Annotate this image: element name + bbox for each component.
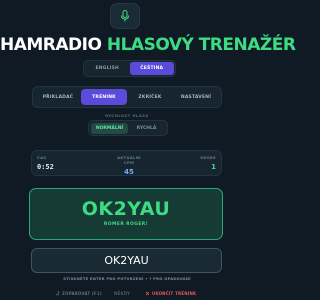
title-white: HAMRADIO — [0, 35, 107, 55]
title-green: HLASOVÝ TRENAŽÉR — [106, 35, 296, 55]
mid-label: NĚKDY — [114, 291, 131, 296]
callsign-card: OK2YAU ROMER ROGER! — [29, 188, 223, 240]
speed-fast[interactable]: RYCHLÁ — [128, 123, 165, 134]
mode-tabs: PŘIKLADAČ TRÉNINK ZKRÍČEK NASTAVENÍ — [32, 86, 222, 108]
page-title: HAMRADIO HLASOVÝ TRENAŽÉR — [0, 35, 296, 55]
tab-zkricek[interactable]: ZKRÍČEK — [127, 89, 173, 105]
speed-switch: NORMÁLNÍ RYCHLÁ — [88, 120, 168, 136]
score-value: 1 — [211, 163, 216, 171]
repeat-button[interactable]: ZOPAKOVAT (F1) — [55, 291, 102, 296]
close-icon — [145, 291, 150, 296]
tab-priklada[interactable]: PŘIKLADAČ — [35, 89, 81, 105]
tab-trenink[interactable]: TRÉNINK — [81, 89, 127, 105]
end-training-label: UKONČIT TRÉNINK — [152, 291, 197, 296]
footer-mid[interactable]: NĚKDY — [114, 291, 130, 296]
stats-panel: ČAS 0:52 AKTUÁLNÍ CPM 45 SKÓRE 1 — [31, 150, 222, 176]
tab-nastaveni[interactable]: NASTAVENÍ — [173, 89, 219, 105]
end-training-button[interactable]: UKONČIT TRÉNINK — [145, 291, 196, 296]
hint-text: STISKNĚTE ENTER PRO POTVRZENÍ • ? PRO OP… — [63, 276, 191, 281]
language-english[interactable]: ENGLISH — [85, 62, 130, 75]
stat-score: SKÓRE 1 — [200, 155, 216, 171]
wpm-label: AKTUÁLNÍ CPM — [117, 155, 141, 165]
wpm-value: 45 — [124, 168, 134, 176]
callsign: OK2YAU — [81, 198, 171, 220]
repeat-icon — [55, 291, 60, 296]
time-label: ČAS — [37, 155, 47, 160]
repeat-label: ZOPAKOVAT (F1) — [62, 291, 102, 296]
speed-label: RYCHLOST HLASU — [105, 113, 149, 118]
answer-input[interactable] — [31, 248, 222, 273]
score-label: SKÓRE — [200, 155, 216, 160]
speed-normal[interactable]: NORMÁLNÍ — [91, 122, 128, 134]
language-switch: ENGLISH ČEŠTINA — [83, 60, 176, 77]
stat-wpm: AKTUÁLNÍ CPM 45 — [114, 155, 144, 176]
phonetic: ROMER ROGER! — [103, 222, 149, 227]
time-value: 0:52 — [37, 163, 54, 171]
language-czech[interactable]: ČEŠTINA — [129, 62, 174, 75]
stat-time: ČAS 0:52 — [37, 155, 54, 171]
microphone-icon — [121, 10, 129, 22]
microphone-button[interactable] — [110, 3, 140, 29]
footer: ZOPAKOVAT (F1) NĚKDY UKONČIT TRÉNINK — [0, 289, 254, 300]
